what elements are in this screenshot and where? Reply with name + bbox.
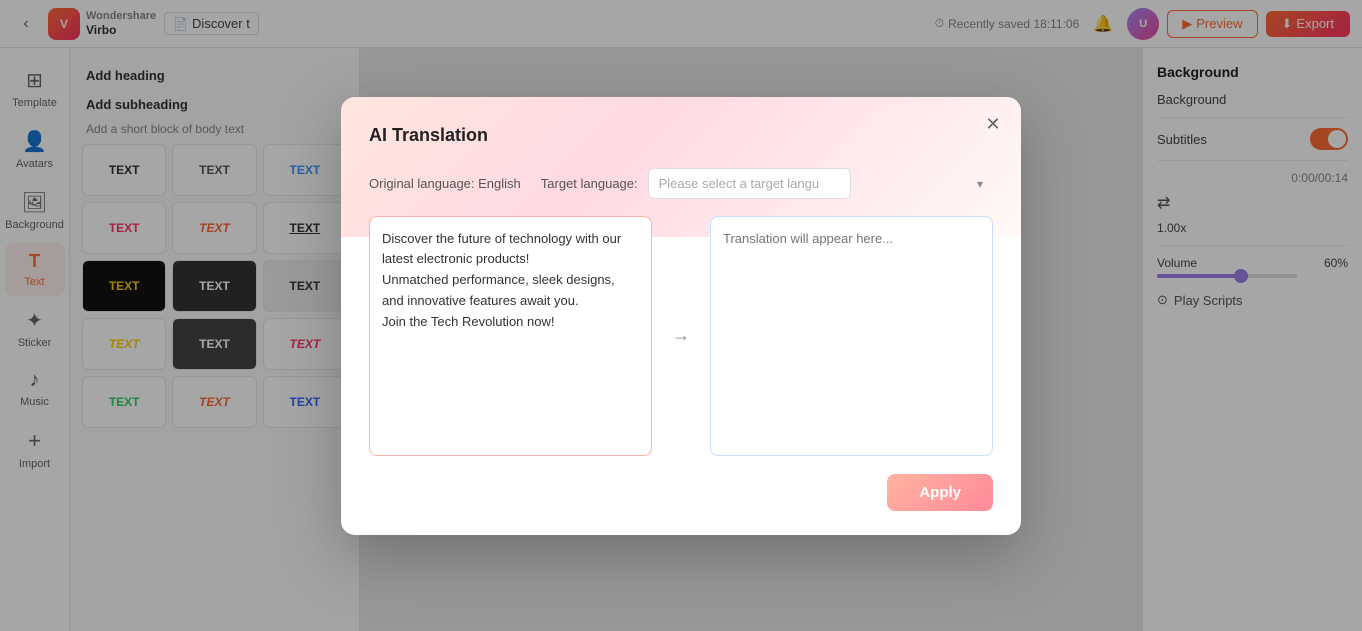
target-lang-select[interactable]: Please select a target langu (648, 168, 851, 199)
arrow-divider: → (666, 216, 696, 456)
ai-translation-modal: ✕ AI Translation Original language: Engl… (341, 97, 1021, 535)
modal-overlay: ✕ AI Translation Original language: Engl… (0, 0, 1362, 631)
textareas-row: → (369, 216, 993, 456)
target-lang-select-wrapper: Please select a target langu (648, 168, 993, 199)
modal-title: AI Translation (369, 125, 993, 146)
apply-button[interactable]: Apply (887, 474, 993, 511)
modal-body: Original language: English Target langua… (369, 166, 993, 456)
modal-footer: Apply (369, 474, 993, 511)
target-lang-label: Target language: (541, 176, 638, 191)
source-text-area[interactable] (369, 216, 652, 456)
original-lang-label: Original language: English (369, 166, 521, 202)
translated-text-area[interactable] (710, 216, 993, 456)
